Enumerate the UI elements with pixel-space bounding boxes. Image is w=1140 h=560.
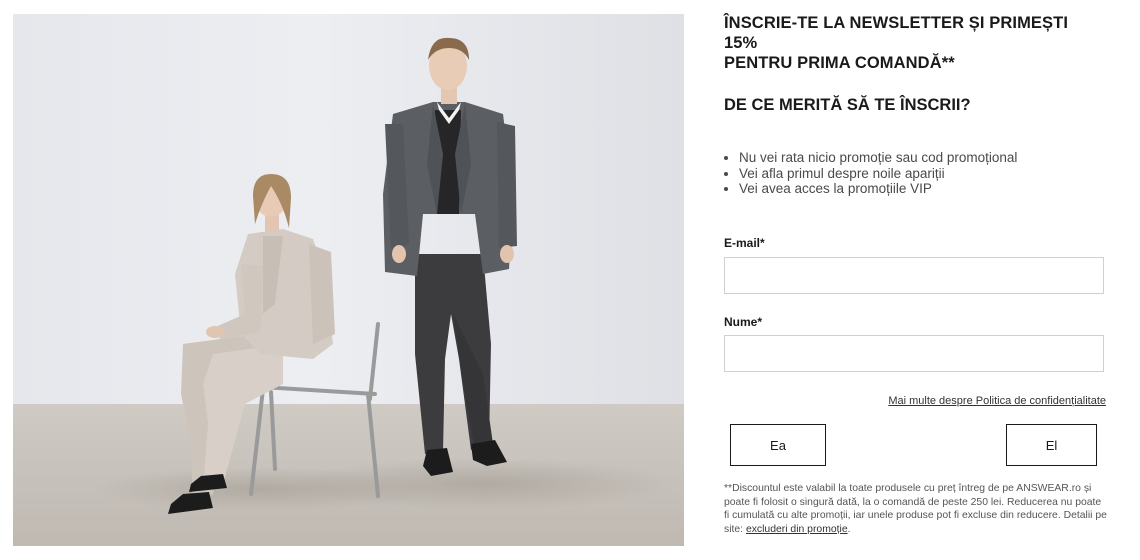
disclaimer-end: .: [847, 523, 851, 535]
benefit-item: Vei avea acces la promoțiile VIP: [739, 181, 1017, 197]
promo-exclusions-link[interactable]: excluderi din promoție: [746, 524, 848, 535]
name-label: Nume*: [724, 315, 763, 329]
newsletter-headline: Înscrie-te la newsletter și primești 15%…: [724, 13, 1114, 73]
headline-discount: 15%: [724, 34, 758, 52]
email-label: E-mail*: [724, 236, 765, 250]
benefit-item: Vei afla primul despre noile apariții: [739, 166, 1017, 182]
privacy-policy-link[interactable]: Mai multe despre Politica de confidenția…: [888, 395, 1106, 407]
benefit-item: Nu vei rata nicio promoție sau cod promo…: [739, 150, 1017, 166]
fashion-photo-illustration: [13, 14, 684, 546]
discount-disclaimer: **Discountul este valabil la toate produ…: [724, 482, 1109, 536]
email-field[interactable]: [724, 257, 1104, 294]
gender-female-button[interactable]: Ea: [730, 424, 826, 466]
headline-line-3: pentru prima comandă**: [724, 54, 955, 72]
gender-male-button[interactable]: El: [1006, 424, 1097, 466]
headline-line-1: Înscrie-te la newsletter și primești: [724, 14, 1069, 32]
benefits-heading: De ce merită să te înscrii?: [724, 96, 971, 114]
name-field[interactable]: [724, 335, 1104, 372]
benefits-list: Nu vei rata nicio promoție sau cod promo…: [724, 150, 1017, 197]
hero-photo: [13, 14, 684, 546]
